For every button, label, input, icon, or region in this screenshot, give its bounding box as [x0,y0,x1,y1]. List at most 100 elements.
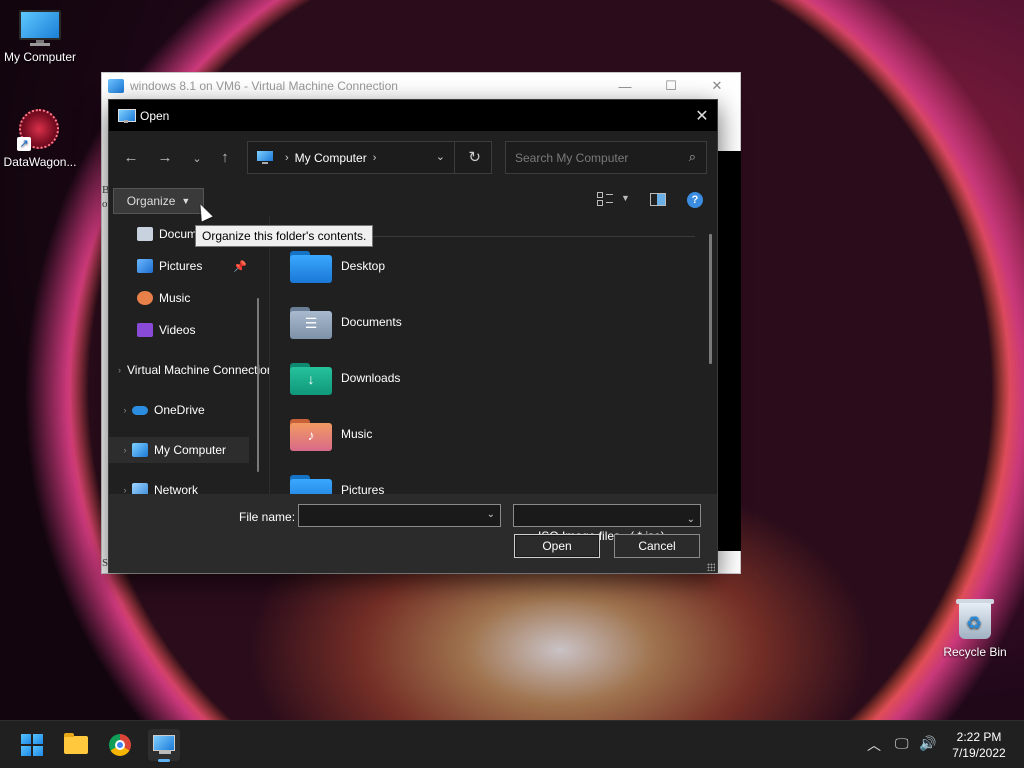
file-list-scrollbar[interactable] [709,234,712,364]
start-button[interactable] [16,729,48,761]
back-button[interactable]: ← [121,149,141,166]
computer-icon [19,10,61,46]
nav-item-pictures[interactable]: Pictures 📌 [137,253,269,279]
dialog-title-bar[interactable]: Open [109,100,717,131]
network-icon [132,483,148,494]
chevron-down-icon[interactable]: ⌄ [487,509,495,520]
address-bar[interactable]: › My Computer › ⌄ ↻ [247,141,492,174]
nav-item-virtual-machine-connection[interactable]: › Virtual Machine Connection [109,357,269,383]
nav-item-videos[interactable]: Videos [137,317,269,343]
taskbar-vm-connection[interactable] [148,729,180,762]
nav-item-network[interactable]: › Network [109,477,249,494]
breadcrumb-chevron-icon[interactable]: › [373,152,377,164]
vm-window-title: windows 8.1 on VM6 - Virtual Machine Con… [130,79,398,93]
dialog-title: Open [140,108,170,123]
open-button[interactable]: Open [514,534,600,558]
nav-item-onedrive[interactable]: › OneDrive [109,397,249,423]
forward-button[interactable]: → [155,149,175,166]
vm-connection-icon [153,735,175,755]
pin-icon[interactable]: 📌 [233,260,247,273]
network-tray-icon[interactable]: 🖵 [895,735,909,752]
caret-down-icon: ▼ [181,196,191,206]
music-folder-icon: ♪ [290,417,332,451]
desktop-icon-label: My Computer [3,50,77,64]
clock-date: 7/19/2022 [952,746,1006,760]
arrow-right-icon: → [157,149,173,166]
file-list[interactable]: Desktop ☰ Documents ↓ Downloads ♪ Music … [270,216,718,494]
arrow-left-icon: ← [123,149,139,166]
datawagon-icon: ↗ [17,107,63,151]
close-button[interactable]: ✕ [694,73,740,99]
nav-item-label: My Computer [154,443,227,457]
taskbar-clock[interactable]: 2:22 PM 7/19/2022 [940,729,1018,761]
resize-grip[interactable] [707,563,715,571]
computer-icon [118,108,136,123]
windows-logo-icon [21,734,43,756]
navigation-pane[interactable]: Documents Pictures 📌 Music Videos › Virt… [109,216,269,494]
search-icon: ⌕ [688,149,696,164]
search-input[interactable]: Search My Computer ⌕ [505,141,707,174]
vm-connection-icon [108,79,124,93]
change-view-button[interactable] [597,192,613,208]
desktop-icon-recycle-bin[interactable]: ♻ Recycle Bin [935,597,1015,659]
show-hidden-icons-button[interactable]: ︿ [867,735,881,755]
chevron-right-icon[interactable]: › [118,365,121,375]
nav-item-label: OneDrive [154,403,205,417]
organize-button[interactable]: Organize ▼ [113,188,204,214]
nav-item-music[interactable]: Music [137,285,269,311]
nav-item-label: Music [159,291,191,305]
list-item-desktop[interactable]: Desktop [290,246,385,286]
recycle-bin-icon: ♻ [956,597,994,641]
list-item-pictures[interactable]: Pictures [290,470,384,494]
list-item-downloads[interactable]: ↓ Downloads [290,358,400,398]
documents-icon [137,227,153,241]
nav-item-label: Pictures [159,259,203,273]
taskbar: ︿ 🖵 🔊 2:22 PM 7/19/2022 [0,720,1024,768]
preview-pane-button[interactable] [650,193,666,206]
cancel-button[interactable]: Cancel [614,534,700,558]
breadcrumb-item[interactable]: My Computer [295,151,367,165]
chevron-down-icon[interactable]: ⌄ [436,150,445,163]
chevron-right-icon[interactable]: › [118,445,132,455]
file-type-select[interactable]: ISO Image files ( *.iso) ⌄ [513,504,701,543]
help-icon: ? [691,194,699,206]
open-dialog[interactable]: Open ✕ ← → ⌄ ↑ › My Computer › ⌄ ↻ Searc… [108,99,718,573]
list-item-label: Pictures [341,483,385,494]
desktop-icon-my-computer[interactable]: My Computer [0,10,80,64]
maximize-button[interactable]: ☐ [648,73,694,99]
chrome-icon [109,734,131,756]
desktop-icon-datawagon[interactable]: ↗ DataWagon... [0,107,80,169]
list-item-label: Downloads [341,371,401,385]
navigation-bar: ← → ⌄ ↑ › My Computer › ⌄ ↻ Search My Co… [109,131,717,185]
downloads-folder-icon: ↓ [290,361,332,395]
recent-locations-button[interactable]: ⌄ [187,152,207,165]
dialog-close-button[interactable]: ✕ [687,100,717,131]
nav-item-label: Videos [159,323,196,337]
breadcrumb-chevron-icon: › [285,151,289,164]
nav-item-label: Virtual Machine Connection [127,363,269,377]
view-options-button[interactable]: ▼ [621,193,630,203]
chevron-right-icon[interactable]: › [118,405,132,415]
documents-folder-icon: ☰ [290,305,332,339]
organize-tooltip: Organize this folder's contents. [195,225,374,247]
list-item-label: Documents [341,315,402,329]
vm-screen-area [718,151,741,551]
list-item-music[interactable]: ♪ Music [290,414,372,454]
chevron-right-icon[interactable]: › [118,485,132,494]
file-name-input[interactable]: ⌄ [298,504,501,527]
taskbar-chrome[interactable] [104,729,136,761]
list-item-documents[interactable]: ☰ Documents [290,302,402,342]
file-name-label: File name: [239,510,296,524]
minimize-button[interactable]: — [602,73,648,99]
list-item-label: Desktop [341,259,386,273]
nav-pane-scrollbar[interactable] [257,298,259,472]
help-button[interactable]: ? [687,192,703,208]
arrow-up-icon: ↑ [221,149,229,166]
up-button[interactable]: ↑ [215,149,235,166]
clock-time: 2:22 PM [956,730,1002,744]
taskbar-file-explorer[interactable] [60,729,92,761]
refresh-icon[interactable]: ↻ [468,148,481,166]
nav-item-label: Network [154,483,199,494]
nav-item-my-computer[interactable]: › My Computer [109,437,249,463]
volume-icon[interactable]: 🔊 [919,735,936,752]
